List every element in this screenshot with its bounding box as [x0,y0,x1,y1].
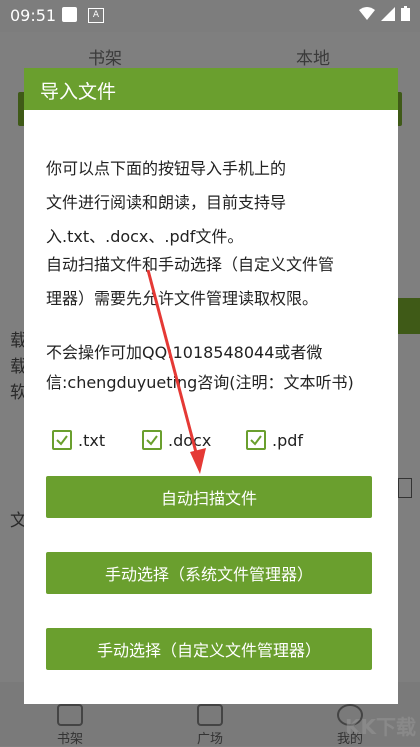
file-type-checkboxes: .txt .docx .pdf [48,430,388,454]
status-time: 09:51 [10,6,57,25]
a-notification-icon: A [88,8,104,23]
checkbox-checked-icon [52,430,72,450]
contact-line: 信:chengduyueting咨询(注明：文本听书) [46,373,354,392]
tab-local[interactable]: 本地 [296,44,330,69]
message-line: 入.txt、.docx、.pdf文件。 [46,227,244,246]
signal-icon [381,6,395,21]
nav-square-label: 广场 [196,732,223,747]
nav-bookshelf[interactable]: 书架 [40,704,100,747]
checkbox-label: .pdf [272,430,304,450]
nav-square[interactable]: 广场 [180,704,240,747]
message-line: 文件进行阅读和朗读，目前支持导 [46,193,287,212]
side-icon [398,478,412,498]
square-icon [197,704,223,726]
checkbox-txt[interactable]: .txt [52,430,105,450]
import-file-dialog: 导入文件 你可以点下面的按钮导入手机上的 文件进行阅读和朗读，目前支持导 入.t… [24,68,398,704]
dialog-message: 你可以点下面的按钮导入手机上的 文件进行阅读和朗读，目前支持导 入.txt、.d… [46,156,386,312]
grid-view-icon[interactable] [398,298,420,334]
auto-scan-button[interactable]: 自动扫描文件 [46,476,372,518]
checkbox-checked-icon [246,430,266,450]
contact-message: 不会操作可加QQ:1018548044或者微 信:chengduyueting咨… [46,340,386,396]
checkbox-pdf[interactable]: .pdf [246,430,303,450]
dialog-header: 导入文件 [24,68,398,110]
notification-icon [62,7,77,22]
message-line: 理器）需要先允许文件管理读取权限。 [46,289,319,308]
checkbox-docx[interactable]: .docx [142,430,211,450]
nav-bookshelf-label: 书架 [56,732,83,747]
manual-select-system-button[interactable]: 手动选择（系统文件管理器） [46,552,372,594]
status-bar: 09:51 A [0,0,420,32]
bookshelf-icon [57,704,83,726]
checkbox-label: .docx [168,430,212,450]
message-line: 你可以点下面的按钮导入手机上的 [46,159,287,178]
manual-select-custom-button[interactable]: 手动选择（自定义文件管理器） [46,628,372,670]
checkbox-label: .txt [78,430,106,450]
wifi-icon [359,6,375,20]
tab-bookshelf[interactable]: 书架 [88,44,122,69]
contact-line: 不会操作可加QQ:1018548044或者微 [46,343,323,362]
message-line: 自动扫描文件和手动选择（自定义文件管 [46,255,335,274]
watermark: KK下载 [345,715,416,739]
dialog-title: 导入文件 [40,81,117,103]
battery-icon [401,6,410,21]
checkbox-checked-icon [142,430,162,450]
